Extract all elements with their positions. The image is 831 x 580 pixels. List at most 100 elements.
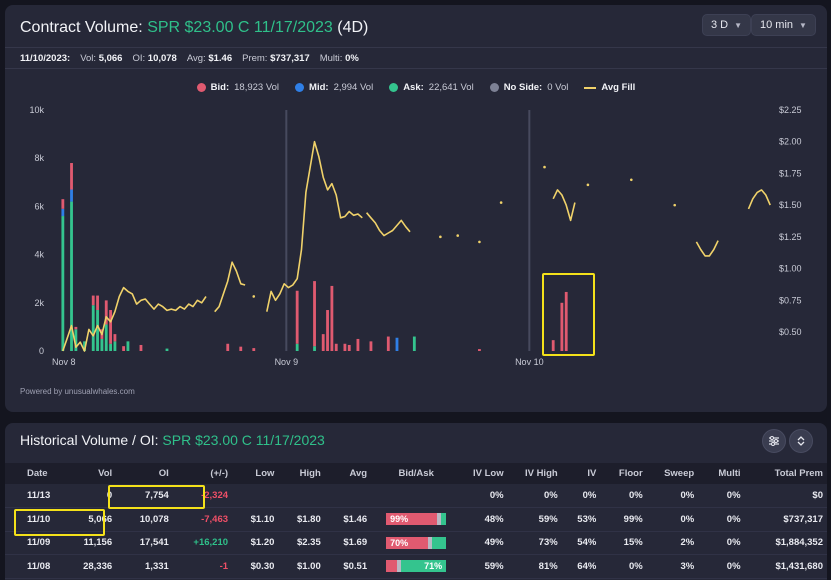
avg-fill-point xyxy=(586,183,590,187)
avg-fill-point xyxy=(543,165,546,169)
sliders-icon xyxy=(769,436,779,446)
column-header[interactable]: (+/-) xyxy=(173,463,232,484)
y-left-tick-label: 2k xyxy=(34,298,44,308)
bid-ask-label: 71% xyxy=(424,561,443,572)
cell-high: $1.80 xyxy=(296,513,321,525)
cell-date: 11/10 xyxy=(27,513,51,525)
historical-table: Date Vol OI (+/-) Low High Avg Bid/Ask IV Low IV … xyxy=(5,463,827,579)
cell-iv-high: 0% xyxy=(543,490,558,501)
table-row[interactable]: 11/10 5,066 10,078 -7,463 $1.10 $1.80 $1.46 99%… xyxy=(5,508,827,532)
y-left-tick-label: 8k xyxy=(34,153,44,163)
table-header-row: Date Vol OI (+/-) Low High Avg Bid/Ask IV Low IV … xyxy=(5,463,827,484)
volume-bar-bid xyxy=(564,291,568,351)
cell-iv-low: 48% xyxy=(484,513,504,525)
cell-date: 11/13 xyxy=(27,490,51,501)
table-row[interactable]: 11/09 11,156 17,541 +16,210 $1.20 $2.35 $1.69 7… xyxy=(5,531,827,555)
cell-change: +16,210 xyxy=(193,537,229,549)
cell-floor: 15% xyxy=(623,537,643,549)
volume-bar-bid xyxy=(91,295,95,306)
cell-iv-high: 81% xyxy=(538,560,558,572)
volume-bar-ask xyxy=(113,341,117,351)
volume-bar-bid xyxy=(326,310,329,351)
volume-bar-bid xyxy=(343,343,347,351)
volume-bar-mid xyxy=(70,189,73,202)
cell-iv-low: 49% xyxy=(484,537,504,549)
cell-low xyxy=(232,484,278,508)
bid-ask-bar: 99% xyxy=(386,513,447,526)
x-tick-label: Nov 10 xyxy=(515,357,544,367)
column-header[interactable]: Floor xyxy=(600,463,646,484)
volume-bar-ask xyxy=(91,305,95,351)
column-header[interactable]: IV xyxy=(562,463,601,484)
cell-date: 11/08 xyxy=(27,560,51,572)
cell-bid-ask: 99% xyxy=(371,508,461,532)
cell-iv-low: 0% xyxy=(489,490,504,501)
avg-fill-line xyxy=(365,212,411,237)
x-tick-label: Nov 9 xyxy=(275,357,299,367)
y-left-tick-label: 10k xyxy=(29,105,44,115)
table-row[interactable]: 11/08 28,336 1,331 -1 $0.30 $1.00 $0.51 71% 59% 8… xyxy=(5,555,827,578)
table-row[interactable]: 11/13 0 7,754 -2,324 0% 0% 0% 0% 0% 0% $0 xyxy=(5,484,827,508)
volume-bar-bid xyxy=(252,348,256,351)
cell-multi: 0% xyxy=(726,513,741,525)
cell-avg: $0.51 xyxy=(343,560,368,572)
volume-bar-ask xyxy=(165,348,169,351)
historical-contract: SPR $23.00 C 11/17/2023 xyxy=(162,432,325,448)
cell-total-prem: $1,884,352 xyxy=(775,537,823,549)
expand-button[interactable] xyxy=(789,429,813,453)
filter-button[interactable] xyxy=(762,429,786,453)
y-right-tick-label: $1.00 xyxy=(779,264,802,274)
column-header[interactable]: Vol xyxy=(68,463,116,484)
column-header[interactable]: High xyxy=(278,463,324,484)
bid-ask-bar: 70% xyxy=(386,536,447,549)
volume-bar-mid xyxy=(395,337,399,351)
historical-panel: Historical Volume / OI: SPR $23.00 C 11/… xyxy=(5,423,827,580)
cell-vol: 5,066 xyxy=(88,513,113,525)
volume-bar-bid xyxy=(369,341,373,351)
y-right-tick-label: $1.75 xyxy=(779,168,802,178)
volume-bar-bid xyxy=(122,346,126,351)
avg-fill-point xyxy=(439,235,442,239)
expand-collapse-icon xyxy=(797,436,805,446)
volume-bar-bid xyxy=(330,285,334,351)
column-header[interactable]: Total Prem xyxy=(745,463,827,484)
column-header[interactable]: OI xyxy=(116,463,173,484)
volume-bar-ask xyxy=(100,338,104,351)
cell-avg: $1.46 xyxy=(343,513,368,525)
cell-sweep: 3% xyxy=(680,560,695,572)
cell-vol: 28,336 xyxy=(83,560,113,572)
column-header[interactable]: IV High xyxy=(508,463,562,484)
cell-multi: 0% xyxy=(726,537,741,549)
volume-bar-bid xyxy=(356,338,360,351)
y-right-tick-label: $2.25 xyxy=(779,105,802,115)
column-header[interactable]: Multi xyxy=(698,463,744,484)
cell-high xyxy=(278,484,324,508)
x-tick-label: Nov 8 xyxy=(52,357,76,367)
powered-by: Powered by unusualwhales.com xyxy=(20,387,135,396)
volume-bar-bid xyxy=(321,334,325,351)
cell-total-prem: $1,431,680 xyxy=(775,560,823,572)
column-header[interactable]: Sweep xyxy=(647,463,699,484)
column-header[interactable]: Date xyxy=(5,463,68,484)
y-right-tick-label: $2.00 xyxy=(779,137,802,147)
cell-iv-low: 59% xyxy=(484,560,504,572)
volume-bar-bid xyxy=(113,334,117,342)
cell-sweep: 0% xyxy=(680,513,695,525)
volume-bar-ask xyxy=(104,324,108,351)
column-header[interactable]: Bid/Ask xyxy=(371,463,461,484)
avg-fill-line xyxy=(695,240,719,257)
volume-bar-bid xyxy=(560,302,564,351)
y-left-tick-label: 0 xyxy=(39,346,44,356)
volume-bar-bid xyxy=(61,199,65,209)
column-header[interactable]: Low xyxy=(232,463,278,484)
avg-fill-line xyxy=(552,189,576,222)
column-header[interactable]: Avg xyxy=(325,463,371,484)
column-header[interactable]: IV Low xyxy=(461,463,507,484)
bid-ask-bar: 71% xyxy=(386,560,447,573)
cell-vol: 0 xyxy=(106,490,113,501)
cell-total-prem: $0 xyxy=(812,490,823,501)
avg-fill-line xyxy=(214,261,246,313)
avg-fill-point xyxy=(673,203,677,207)
avg-fill-line xyxy=(747,189,771,210)
volume-bar-bid xyxy=(478,349,481,351)
